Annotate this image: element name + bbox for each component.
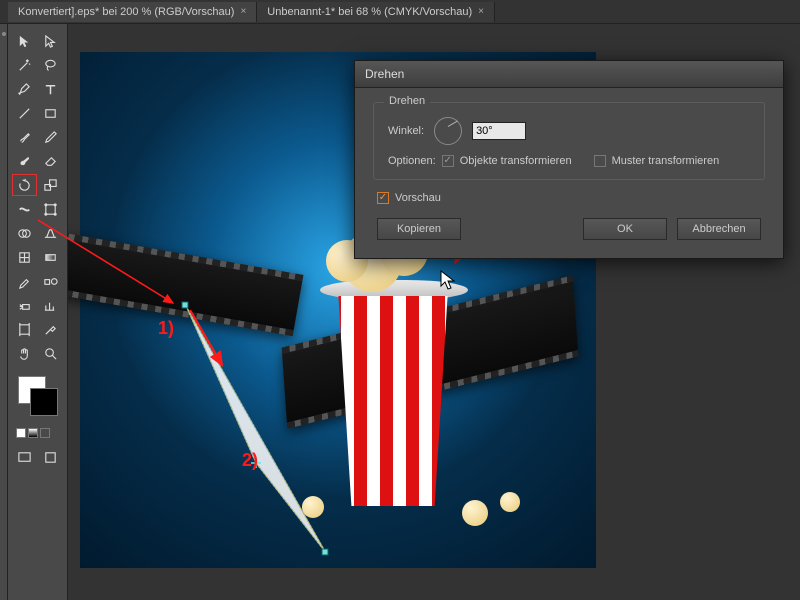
eyedropper-tool[interactable] bbox=[12, 270, 37, 292]
stroke-swatch[interactable] bbox=[30, 388, 58, 416]
slice-tool[interactable] bbox=[39, 318, 64, 340]
fill-stroke-swatches[interactable] bbox=[12, 376, 63, 420]
color-mode-row bbox=[12, 428, 63, 438]
options-label: Optionen: bbox=[388, 155, 436, 167]
angle-dial[interactable] bbox=[434, 117, 462, 145]
perspective-grid-tool[interactable] bbox=[39, 222, 64, 244]
copy-button[interactable]: Kopieren bbox=[377, 218, 461, 240]
column-graph-tool[interactable] bbox=[39, 294, 64, 316]
rectangle-tool[interactable] bbox=[39, 102, 64, 124]
width-tool[interactable] bbox=[12, 198, 37, 220]
rotate-tool[interactable] bbox=[12, 174, 37, 196]
document-tabs: Konvertiert].eps* bei 200 % (RGB/Vorscha… bbox=[0, 0, 800, 24]
ok-button[interactable]: OK bbox=[583, 218, 667, 240]
gradient-tool[interactable] bbox=[39, 246, 64, 268]
tab-label: Konvertiert].eps* bei 200 % (RGB/Vorscha… bbox=[18, 6, 234, 18]
cancel-button-label: Abbrechen bbox=[692, 223, 745, 235]
paintbrush-tool[interactable] bbox=[12, 126, 37, 148]
pen-tool[interactable] bbox=[12, 78, 37, 100]
copy-button-label: Kopieren bbox=[397, 223, 441, 235]
draw-mode-icon[interactable] bbox=[39, 446, 64, 468]
lasso-tool[interactable] bbox=[39, 54, 64, 76]
close-icon[interactable]: × bbox=[478, 6, 484, 17]
tab-document-1[interactable]: Konvertiert].eps* bei 200 % (RGB/Vorscha… bbox=[8, 2, 257, 22]
annotation-2: 2) bbox=[242, 450, 258, 471]
close-icon[interactable]: × bbox=[240, 6, 246, 17]
preview-label: Vorschau bbox=[395, 192, 441, 204]
hand-tool[interactable] bbox=[12, 342, 37, 364]
screen-mode-icon[interactable] bbox=[12, 446, 37, 468]
popcorn-art bbox=[500, 492, 520, 512]
angle-label: Winkel: bbox=[388, 125, 424, 137]
fieldset-label: Drehen bbox=[384, 95, 430, 107]
color-mode-icon[interactable] bbox=[16, 428, 26, 438]
dialog-title: Drehen bbox=[355, 61, 783, 88]
line-tool[interactable] bbox=[12, 102, 37, 124]
magic-wand-tool[interactable] bbox=[12, 54, 37, 76]
annotation-1: 1) bbox=[158, 318, 174, 339]
rotate-fieldset: Drehen Winkel: Optionen: Objekte transfo… bbox=[373, 102, 765, 180]
panel-edge bbox=[0, 24, 8, 600]
checkbox-transform-patterns[interactable] bbox=[594, 155, 606, 167]
zoom-tool[interactable] bbox=[39, 342, 64, 364]
scale-tool[interactable] bbox=[39, 174, 63, 196]
blend-tool[interactable] bbox=[39, 270, 64, 292]
tools-panel bbox=[8, 24, 68, 600]
tab-label: Unbenannt-1* bei 68 % (CMYK/Vorschau) bbox=[267, 6, 472, 18]
shape-builder-tool[interactable] bbox=[12, 222, 37, 244]
selected-triangle-path[interactable] bbox=[176, 298, 376, 581]
pencil-tool[interactable] bbox=[39, 126, 64, 148]
none-mode-icon[interactable] bbox=[40, 428, 50, 438]
checkbox-transform-objects[interactable] bbox=[442, 155, 454, 167]
type-tool[interactable] bbox=[39, 78, 64, 100]
popcorn-art bbox=[462, 500, 488, 526]
gradient-mode-icon[interactable] bbox=[28, 428, 38, 438]
direct-selection-tool[interactable] bbox=[39, 30, 64, 52]
blob-brush-tool[interactable] bbox=[12, 150, 37, 172]
artboard-tool[interactable] bbox=[12, 318, 37, 340]
opt-transform-patterns-label: Muster transformieren bbox=[612, 155, 720, 167]
rotate-dialog: Drehen Drehen Winkel: Optionen: Objekte … bbox=[354, 60, 784, 259]
mesh-tool[interactable] bbox=[12, 246, 37, 268]
angle-input[interactable] bbox=[472, 122, 526, 140]
opt-transform-objects-label: Objekte transformieren bbox=[460, 155, 572, 167]
symbol-sprayer-tool[interactable] bbox=[12, 294, 37, 316]
tab-document-2[interactable]: Unbenannt-1* bei 68 % (CMYK/Vorschau) × bbox=[257, 2, 495, 22]
cancel-button[interactable]: Abbrechen bbox=[677, 218, 761, 240]
ok-button-label: OK bbox=[617, 223, 633, 235]
free-transform-tool[interactable] bbox=[39, 198, 64, 220]
selection-tool[interactable] bbox=[12, 30, 37, 52]
eraser-tool[interactable] bbox=[39, 150, 64, 172]
checkbox-preview[interactable] bbox=[377, 192, 389, 204]
